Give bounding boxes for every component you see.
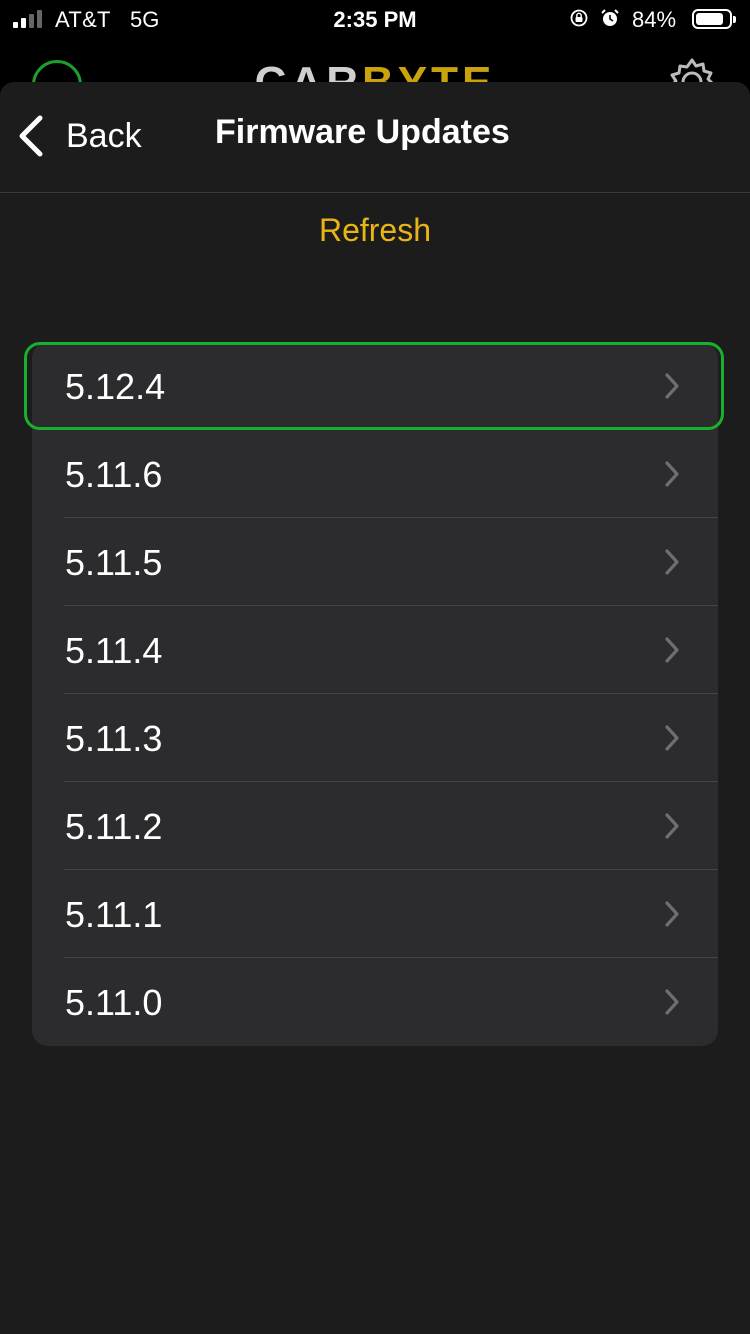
chevron-right-icon bbox=[665, 549, 679, 575]
back-label: Back bbox=[66, 116, 142, 155]
version-label: 5.11.4 bbox=[65, 630, 163, 671]
version-label: 5.11.0 bbox=[65, 982, 163, 1023]
battery-percentage: 84% bbox=[632, 7, 677, 32]
firmware-version-row[interactable]: 5.11.2 bbox=[32, 782, 718, 870]
chevron-right-icon bbox=[665, 461, 679, 487]
firmware-version-row[interactable]: 5.11.6 bbox=[32, 430, 718, 518]
navigation-bar: Back Firmware Updates bbox=[0, 82, 750, 193]
page-title: Firmware Updates bbox=[215, 113, 510, 151]
orientation-lock-icon bbox=[570, 9, 588, 27]
version-label: 5.11.1 bbox=[65, 894, 163, 935]
firmware-version-row[interactable]: 5.11.5 bbox=[32, 518, 718, 606]
battery-icon bbox=[692, 9, 736, 29]
chevron-right-icon bbox=[665, 373, 679, 399]
alarm-icon bbox=[601, 9, 619, 26]
chevron-right-icon bbox=[665, 901, 679, 927]
firmware-version-list: 5.12.4 5.11.6 5.11.5 5.11.4 5.11.3 5.11.… bbox=[24, 342, 724, 1046]
back-button[interactable]: Back bbox=[16, 110, 142, 162]
refresh-button[interactable]: Refresh bbox=[0, 212, 750, 249]
version-label: 5.12.4 bbox=[65, 366, 166, 407]
version-label: 5.11.2 bbox=[65, 806, 163, 847]
firmware-version-row[interactable]: 5.11.1 bbox=[32, 870, 718, 958]
firmware-version-row[interactable]: 5.12.4 bbox=[24, 342, 724, 430]
chevron-left-icon bbox=[19, 115, 43, 157]
firmware-version-row[interactable]: 5.11.4 bbox=[32, 606, 718, 694]
version-label: 5.11.3 bbox=[65, 718, 163, 759]
chevron-right-icon bbox=[665, 813, 679, 839]
firmware-version-row[interactable]: 5.11.0 bbox=[32, 958, 718, 1046]
chevron-right-icon bbox=[665, 989, 679, 1015]
chevron-right-icon bbox=[665, 725, 679, 751]
status-bar: AT&T 5G 2:35 PM 84% bbox=[0, 0, 750, 40]
version-label: 5.11.5 bbox=[65, 542, 163, 583]
firmware-updates-sheet: Back Firmware Updates Refresh 5.12.4 5.1… bbox=[0, 82, 750, 1334]
firmware-version-row[interactable]: 5.11.3 bbox=[32, 694, 718, 782]
version-label: 5.11.6 bbox=[65, 454, 163, 495]
chevron-right-icon bbox=[665, 637, 679, 663]
